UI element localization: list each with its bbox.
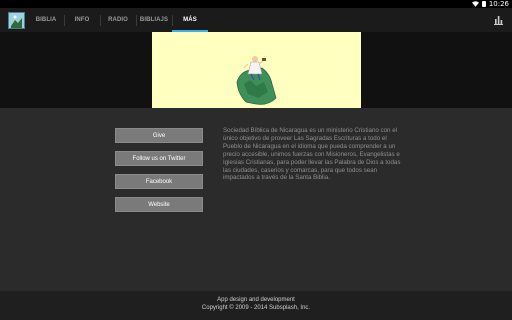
status-bar: 10:26	[0, 0, 512, 8]
nicaragua-map-figure	[236, 56, 277, 105]
give-button[interactable]: Give	[115, 128, 203, 143]
tab-radio[interactable]: RADIO	[100, 8, 136, 32]
bar-chart-icon[interactable]	[494, 15, 503, 25]
footer-copyright: Copyright © 2009 - 2014 Subsplash, Inc.	[201, 305, 311, 311]
tab-biblia[interactable]: BIBLIA	[28, 8, 64, 32]
status-icons: 10:26	[471, 0, 509, 8]
footer: App design and development Copyright © 2…	[0, 291, 512, 320]
clock: 10:26	[488, 0, 509, 8]
tab-mas[interactable]: MÁS	[172, 8, 208, 32]
about-section: Give Follow us on Twitter Facebook Websi…	[0, 108, 512, 291]
action-buttons: Give Follow us on Twitter Facebook Websi…	[115, 128, 203, 220]
hero-image	[152, 32, 361, 108]
battery-icon	[481, 1, 486, 7]
website-button[interactable]: Website	[115, 197, 203, 212]
footer-credit[interactable]: App design and development	[0, 297, 512, 303]
tab-bibliajs[interactable]: BIBLIAJS	[136, 8, 172, 32]
facebook-button[interactable]: Facebook	[115, 174, 203, 189]
app-logo-icon[interactable]	[8, 12, 25, 29]
hero-band	[0, 32, 512, 108]
app-bar: BIBLIA INFO RADIO BIBLIAJS MÁS	[0, 8, 512, 32]
wifi-icon	[471, 1, 479, 7]
twitter-button[interactable]: Follow us on Twitter	[115, 151, 203, 166]
tab-bar: BIBLIA INFO RADIO BIBLIAJS MÁS	[28, 8, 208, 32]
about-description: Sociedad Bíblica de Nicaragua es un mini…	[223, 127, 401, 182]
tab-info[interactable]: INFO	[64, 8, 100, 32]
